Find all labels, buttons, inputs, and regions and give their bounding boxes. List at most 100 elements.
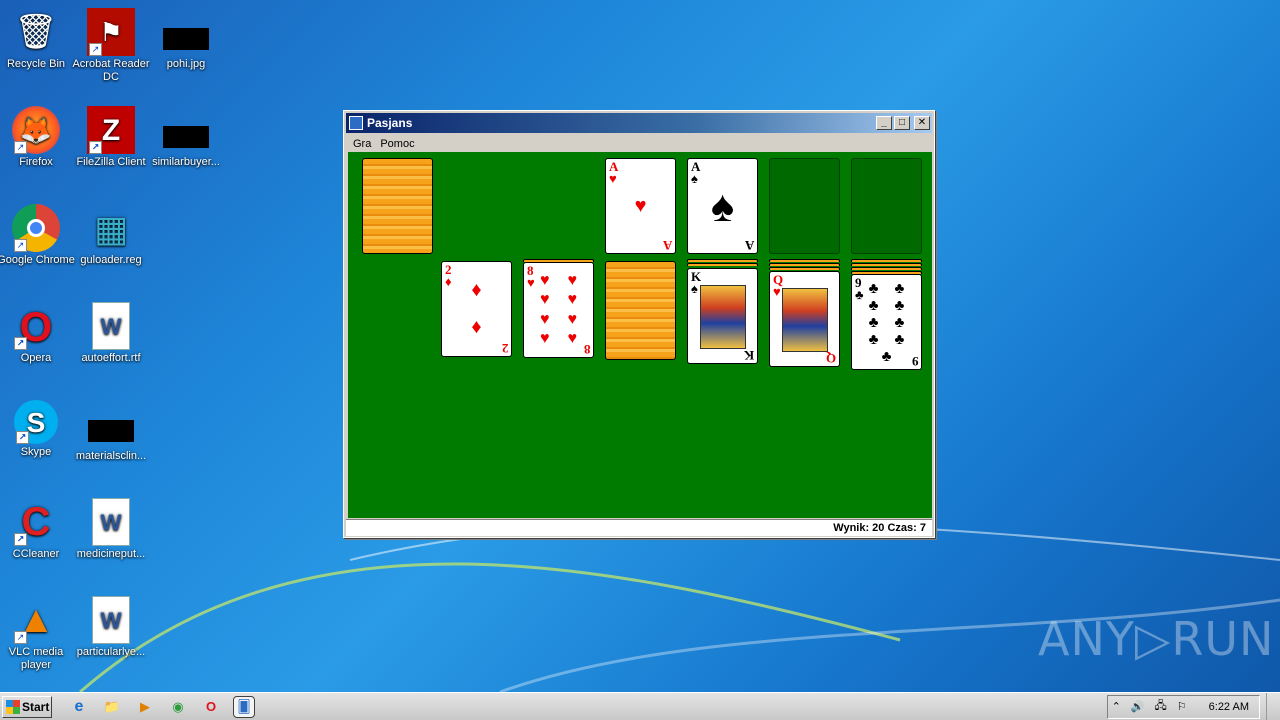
- desktop-icon-label: particularlye...: [76, 646, 146, 658]
- tableau-stack-edge: [851, 267, 922, 270]
- menu-pomoc[interactable]: Pomoc: [377, 138, 420, 150]
- diamond-suit-icon: ♦ ♦: [471, 279, 482, 338]
- tray-expand-icon[interactable]: ⌃: [1112, 700, 1121, 713]
- desktop-icon-label: FileZilla Client: [76, 156, 146, 168]
- shortcut-arrow-icon: ↗: [89, 43, 102, 56]
- card-rank-bottom: Q: [825, 351, 836, 366]
- desktop-icon-recycle-bin[interactable]: 🗑 Recycle Bin: [0, 8, 76, 71]
- desktop-icon-chrome[interactable]: ↗ Google Chrome: [0, 204, 76, 267]
- card-rank-bottom: A: [744, 238, 754, 253]
- solitaire-window[interactable]: Pasjans _ □ ✕ Gra Pomoc A ♥ ♥ A A ♠ ♠ A 2 ♦…: [343, 110, 935, 538]
- chrome-center-icon: [27, 219, 45, 237]
- volume-icon[interactable]: 🔊: [1131, 700, 1145, 713]
- status-bar: Wynik: 20 Czas: 7: [346, 519, 932, 536]
- desktop-icon-medicineput[interactable]: W medicineput...: [71, 498, 151, 561]
- skype-icon: S ↗: [14, 400, 58, 444]
- card-rank-bottom: 9: [911, 354, 919, 369]
- minimize-button[interactable]: _: [876, 116, 892, 130]
- redacted-file-icon: [87, 400, 135, 448]
- desktop-icon-guloader[interactable]: ▦ guloader.reg: [71, 204, 151, 267]
- desktop-icon-pohi[interactable]: pohi.jpg: [146, 8, 226, 71]
- maximize-button[interactable]: □: [894, 116, 910, 130]
- desktop-icon-particularlye[interactable]: W particularlye...: [71, 596, 151, 659]
- desktop-icon-label: similarbuyer...: [152, 156, 220, 168]
- clock[interactable]: 6:22 AM: [1209, 701, 1249, 713]
- window-titlebar[interactable]: Pasjans _ □ ✕: [346, 113, 932, 133]
- shortcut-arrow-icon: ↗: [14, 533, 27, 546]
- word-document-icon: W: [92, 498, 130, 546]
- start-label: Start: [22, 699, 50, 714]
- opera-icon: O ↗: [12, 302, 60, 350]
- foundation-card-ace-spades[interactable]: A ♠ ♠ A: [687, 158, 758, 254]
- desktop-icon-autoeffort[interactable]: W autoeffort.rtf: [71, 302, 151, 365]
- taskbar-opera-icon[interactable]: O: [200, 696, 222, 718]
- registry-file-icon: ▦: [93, 207, 128, 249]
- taskbar-media-player-icon[interactable]: ▶: [134, 696, 156, 718]
- desktop-icon-label: medicineput...: [76, 548, 146, 560]
- shortcut-arrow-icon: ↗: [14, 239, 27, 252]
- tableau-card-queen-hearts[interactable]: Q ♥ Q: [769, 271, 840, 367]
- desktop-icon-ccleaner[interactable]: C ↗ CCleaner: [0, 498, 76, 561]
- taskbar-explorer-icon[interactable]: 📁: [101, 696, 123, 718]
- tableau-stack-edge: [851, 259, 922, 262]
- redacted-file-icon: [162, 106, 210, 154]
- close-button[interactable]: ✕: [914, 116, 930, 130]
- ccleaner-icon: C ↗: [12, 498, 60, 546]
- action-center-flag-icon[interactable]: ⚐: [1177, 700, 1187, 713]
- desktop-icon-label: autoeffort.rtf: [81, 352, 141, 364]
- taskbar: Start e 📁 ▶ ◉ O 🂠 ⌃ 🔊 🖧 ⚐ 6:22 AM: [0, 692, 1280, 720]
- desktop-icon-label: pohi.jpg: [166, 58, 206, 70]
- foundation-slot-3[interactable]: [769, 158, 840, 254]
- tableau-card-2-diamonds[interactable]: 2 ♦ ♦ ♦ 2: [441, 261, 512, 357]
- card-table: A ♥ ♥ A A ♠ ♠ A 2 ♦ ♦ ♦ 2 8 ♥ ♥ ♥ ♥ ♥ ♥ ♥ ♥ ♥ 8: [348, 152, 932, 518]
- redacted-file-icon: [162, 8, 210, 56]
- taskbar-chrome-icon[interactable]: ◉: [167, 696, 189, 718]
- king-face-art: [700, 285, 746, 349]
- taskbar-ie-icon[interactable]: e: [68, 696, 90, 718]
- shortcut-arrow-icon: ↗: [14, 141, 27, 154]
- desktop-icon-filezilla[interactable]: Z ↗ FileZilla Client: [71, 106, 151, 169]
- taskbar-solitaire-icon[interactable]: 🂠: [233, 695, 255, 718]
- menu-gra[interactable]: Gra: [350, 138, 377, 150]
- filezilla-icon: Z ↗: [87, 106, 135, 154]
- tableau-stack-edge: [769, 267, 840, 270]
- tableau-card-8-hearts[interactable]: 8 ♥ ♥ ♥ ♥ ♥ ♥ ♥ ♥ ♥ 8: [523, 262, 594, 358]
- desktop-icon-label: Recycle Bin: [6, 58, 66, 70]
- anyrun-watermark: ANY▷RUN: [1038, 612, 1275, 666]
- start-button[interactable]: Start: [2, 695, 52, 718]
- firefox-icon: 🦊 ↗: [12, 106, 60, 154]
- word-document-icon: W: [92, 596, 130, 644]
- desktop-icon-label: Firefox: [19, 156, 53, 168]
- tableau-stack-edge: [687, 263, 758, 266]
- desktop-icon-label: materialsclin...: [75, 450, 147, 462]
- card-rank-bottom: A: [662, 238, 672, 253]
- stock-pile[interactable]: [362, 158, 433, 254]
- shortcut-arrow-icon: ↗: [89, 141, 102, 154]
- desktop-icon-acrobat[interactable]: ⚑ ↗ Acrobat Reader DC: [71, 8, 151, 84]
- desktop-icon-skype[interactable]: S ↗ Skype: [0, 400, 76, 459]
- system-tray: ⌃ 🔊 🖧 ⚐ 6:22 AM: [1106, 694, 1260, 719]
- foundation-card-ace-hearts[interactable]: A ♥ ♥ A: [605, 158, 676, 254]
- network-icon[interactable]: 🖧: [1155, 697, 1167, 716]
- desktop-icon-similarbuyer[interactable]: similarbuyer...: [146, 106, 226, 169]
- recycle-bin-icon: 🗑: [14, 12, 58, 51]
- shortcut-arrow-icon: ↗: [14, 631, 27, 644]
- desktop-icon-firefox[interactable]: 🦊 ↗ Firefox: [0, 106, 76, 169]
- card-rank-bottom: 2: [501, 341, 509, 356]
- tableau-card-king-spades[interactable]: K ♠ K: [687, 268, 758, 364]
- windows-flag-icon: [6, 699, 20, 714]
- desktop-icon-opera[interactable]: O ↗ Opera: [0, 302, 76, 365]
- desktop-icon-materialsclin[interactable]: materialsclin...: [71, 400, 151, 463]
- card-rank-bottom: 8: [583, 342, 591, 357]
- menubar: Gra Pomoc: [344, 135, 934, 153]
- desktop-icon-label: Acrobat Reader DC: [72, 58, 150, 83]
- chrome-icon: ↗: [12, 204, 60, 252]
- acrobat-icon: ⚑ ↗: [87, 8, 135, 56]
- tableau-facedown-stack[interactable]: [605, 261, 676, 360]
- tableau-card-9-clubs[interactable]: 9 ♣ ♣ ♣ ♣ ♣ ♣ ♣ ♣ ♣ ♣ 9: [851, 274, 922, 370]
- show-desktop-button[interactable]: [1266, 692, 1280, 720]
- window-title: Pasjans: [367, 116, 413, 130]
- card-rank-bottom: K: [743, 348, 754, 363]
- foundation-slot-4[interactable]: [851, 158, 922, 254]
- desktop-icon-vlc[interactable]: ▲ ↗ VLC media player: [0, 596, 76, 672]
